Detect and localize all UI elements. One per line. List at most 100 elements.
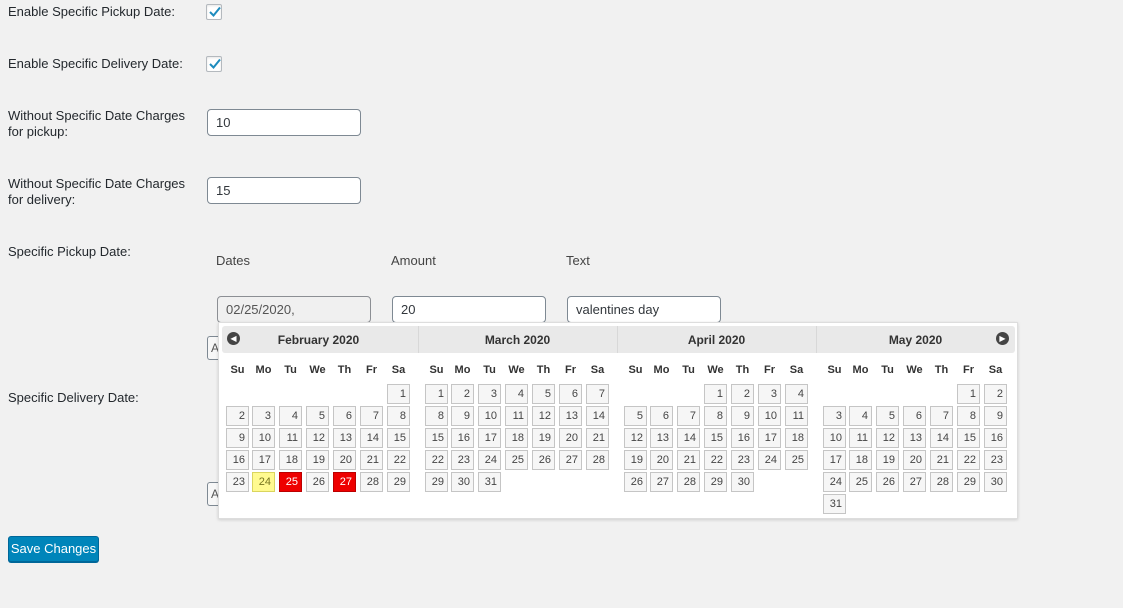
dates-input[interactable]: 02/25/2020, 02/27/2020 [217, 296, 371, 342]
calendar-day[interactable]: 29 [957, 472, 980, 492]
calendar-day[interactable]: 22 [957, 450, 980, 470]
calendar-day[interactable]: 11 [505, 406, 528, 426]
calendar-day[interactable]: 2 [731, 384, 754, 404]
calendar-day[interactable]: 30 [451, 472, 474, 492]
calendar-day[interactable]: 14 [677, 428, 700, 448]
calendar-day[interactable]: 9 [226, 428, 249, 448]
calendar-day[interactable]: 9 [731, 406, 754, 426]
calendar-day[interactable]: 9 [984, 406, 1007, 426]
calendar-day[interactable]: 13 [559, 406, 582, 426]
calendar-day[interactable]: 16 [984, 428, 1007, 448]
calendar-day[interactable]: 25 [279, 472, 302, 492]
enable-pickup-checkbox[interactable] [206, 4, 222, 20]
save-changes-button[interactable]: Save Changes [8, 536, 99, 562]
calendar-day[interactable]: 25 [849, 472, 872, 492]
calendar-day[interactable]: 20 [903, 450, 926, 470]
calendar-day[interactable]: 21 [586, 428, 609, 448]
calendar-day[interactable]: 2 [984, 384, 1007, 404]
calendar-day[interactable]: 27 [650, 472, 673, 492]
calendar-day[interactable]: 19 [306, 450, 329, 470]
calendar-day[interactable]: 16 [731, 428, 754, 448]
no-date-delivery-input[interactable]: 15 [207, 177, 361, 204]
calendar-day[interactable]: 9 [451, 406, 474, 426]
calendar-day[interactable]: 31 [478, 472, 501, 492]
calendar-day[interactable]: 3 [758, 384, 781, 404]
calendar-day[interactable]: 2 [226, 406, 249, 426]
calendar-day[interactable]: 18 [849, 450, 872, 470]
calendar-day[interactable]: 21 [930, 450, 953, 470]
calendar-day[interactable]: 20 [333, 450, 356, 470]
calendar-day[interactable]: 3 [823, 406, 846, 426]
calendar-day[interactable]: 11 [279, 428, 302, 448]
calendar-day[interactable]: 26 [306, 472, 329, 492]
calendar-day[interactable]: 1 [387, 384, 410, 404]
calendar-day[interactable]: 22 [425, 450, 448, 470]
calendar-day[interactable]: 4 [849, 406, 872, 426]
calendar-day[interactable]: 15 [425, 428, 448, 448]
calendar-day[interactable]: 6 [333, 406, 356, 426]
calendar-day[interactable]: 7 [677, 406, 700, 426]
calendar-day[interactable]: 4 [505, 384, 528, 404]
calendar-day[interactable]: 18 [505, 428, 528, 448]
calendar-day[interactable]: 7 [360, 406, 383, 426]
calendar-day[interactable]: 26 [624, 472, 647, 492]
calendar-day[interactable]: 5 [624, 406, 647, 426]
calendar-day[interactable]: 10 [758, 406, 781, 426]
calendar-day[interactable]: 8 [425, 406, 448, 426]
calendar-day[interactable]: 4 [785, 384, 808, 404]
calendar-day[interactable]: 11 [785, 406, 808, 426]
calendar-day[interactable]: 12 [532, 406, 555, 426]
calendar-day[interactable]: 18 [279, 450, 302, 470]
calendar-day[interactable]: 8 [387, 406, 410, 426]
enable-delivery-checkbox[interactable] [206, 56, 222, 72]
calendar-day[interactable]: 1 [425, 384, 448, 404]
calendar-day[interactable]: 28 [586, 450, 609, 470]
calendar-day[interactable]: 22 [704, 450, 727, 470]
calendar-day[interactable]: 12 [624, 428, 647, 448]
calendar-day[interactable]: 13 [333, 428, 356, 448]
calendar-day[interactable]: 24 [823, 472, 846, 492]
no-date-pickup-input[interactable]: 10 [207, 109, 361, 136]
calendar-day[interactable]: 25 [505, 450, 528, 470]
calendar-day[interactable]: 10 [823, 428, 846, 448]
calendar-day[interactable]: 16 [451, 428, 474, 448]
calendar-day[interactable]: 14 [360, 428, 383, 448]
calendar-day[interactable]: 20 [559, 428, 582, 448]
calendar-day[interactable]: 25 [785, 450, 808, 470]
calendar-day[interactable]: 14 [586, 406, 609, 426]
calendar-day[interactable]: 3 [478, 384, 501, 404]
calendar-day[interactable]: 8 [704, 406, 727, 426]
calendar-day[interactable]: 19 [624, 450, 647, 470]
calendar-day[interactable]: 5 [306, 406, 329, 426]
calendar-day[interactable]: 17 [478, 428, 501, 448]
amount-input[interactable]: 20 [392, 296, 546, 323]
calendar-day[interactable]: 16 [226, 450, 249, 470]
calendar-day[interactable]: 20 [650, 450, 673, 470]
calendar-day[interactable]: 11 [849, 428, 872, 448]
calendar-day[interactable]: 4 [279, 406, 302, 426]
calendar-day[interactable]: 23 [226, 472, 249, 492]
calendar-day[interactable]: 3 [252, 406, 275, 426]
calendar-day[interactable]: 13 [650, 428, 673, 448]
calendar-day[interactable]: 17 [823, 450, 846, 470]
calendar-day[interactable]: 19 [876, 450, 899, 470]
calendar-day[interactable]: 12 [876, 428, 899, 448]
calendar-day[interactable]: 27 [903, 472, 926, 492]
calendar-day[interactable]: 29 [425, 472, 448, 492]
calendar-day[interactable]: 28 [930, 472, 953, 492]
calendar-day[interactable]: 24 [478, 450, 501, 470]
calendar-day[interactable]: 18 [785, 428, 808, 448]
text-input[interactable]: valentines day [567, 296, 721, 323]
calendar-day[interactable]: 6 [559, 384, 582, 404]
calendar-day[interactable]: 28 [360, 472, 383, 492]
calendar-day[interactable]: 15 [704, 428, 727, 448]
calendar-day[interactable]: 30 [984, 472, 1007, 492]
calendar-day[interactable]: 17 [252, 450, 275, 470]
calendar-day[interactable]: 7 [930, 406, 953, 426]
calendar-day[interactable]: 1 [957, 384, 980, 404]
calendar-day[interactable]: 22 [387, 450, 410, 470]
calendar-day[interactable]: 27 [333, 472, 356, 492]
calendar-day[interactable]: 12 [306, 428, 329, 448]
calendar-day[interactable]: 27 [559, 450, 582, 470]
calendar-day[interactable]: 1 [704, 384, 727, 404]
